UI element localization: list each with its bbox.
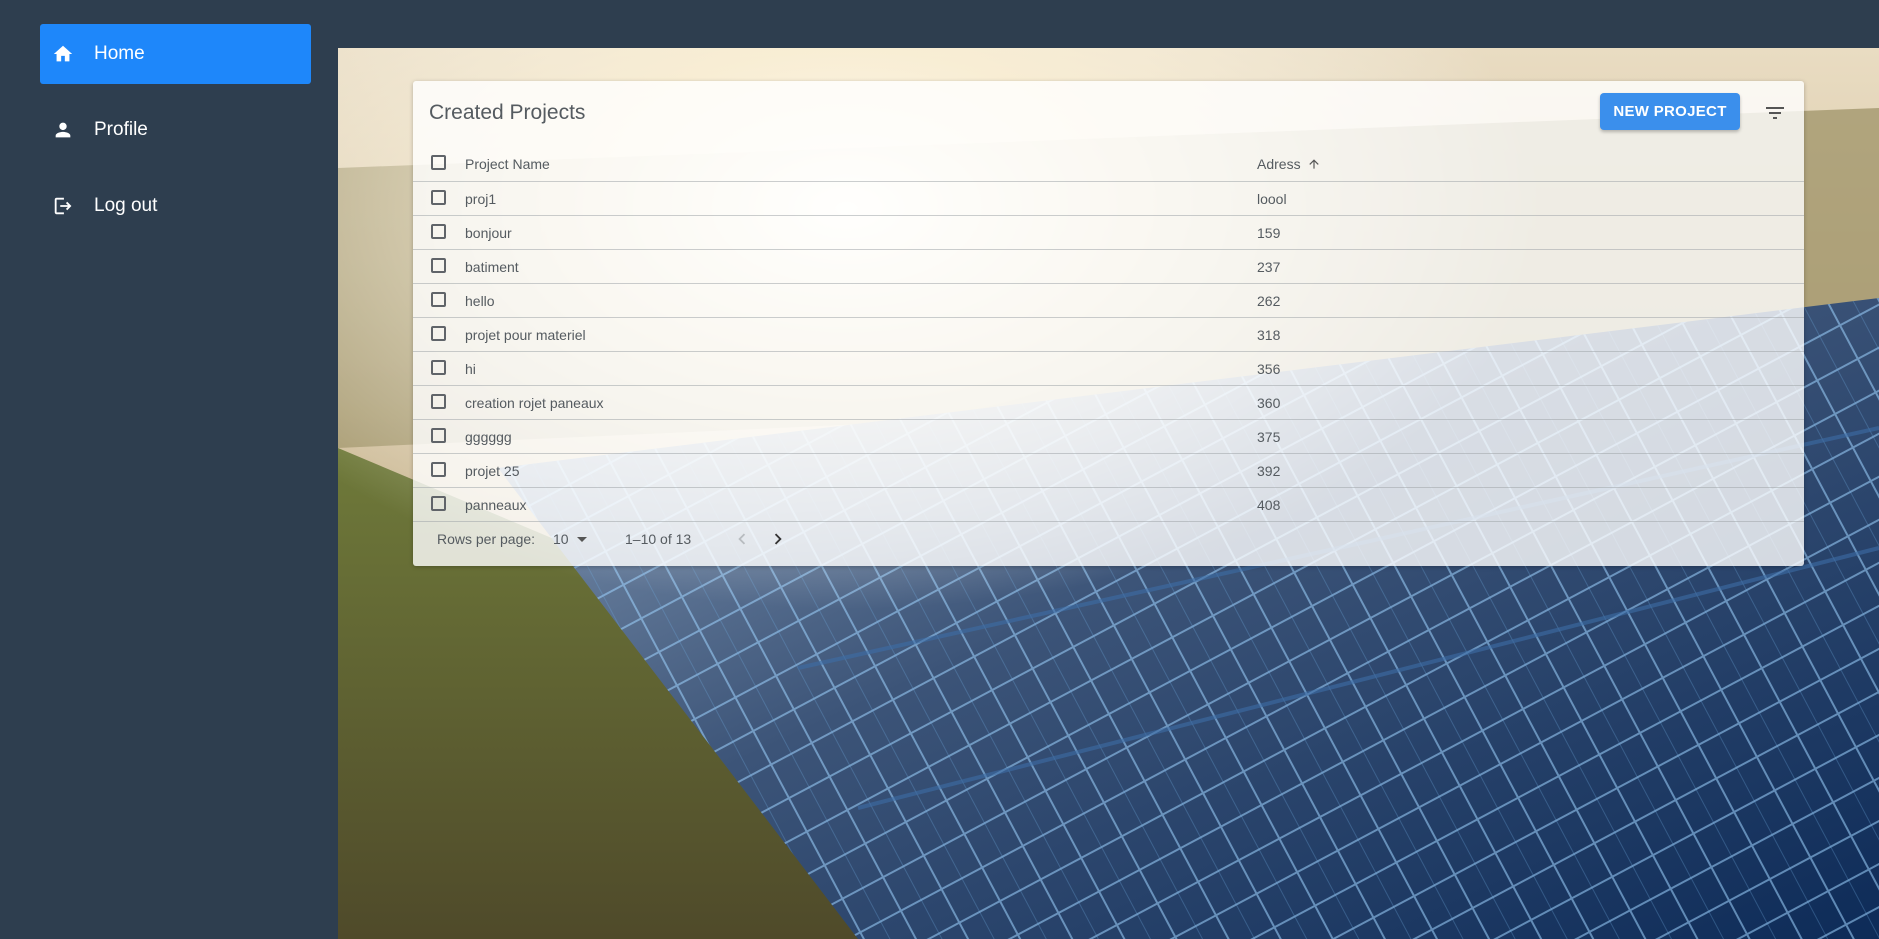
project-name-cell: projet 25: [465, 462, 520, 479]
table-row[interactable]: proj1 loool: [413, 182, 1804, 216]
address-cell: 237: [1257, 258, 1281, 275]
address-cell: 356: [1257, 360, 1281, 377]
row-checkbox[interactable]: [431, 224, 446, 239]
pagination: Rows per page: 10 1–10 of 13: [413, 522, 1804, 558]
column-header-label: Adress: [1257, 156, 1301, 172]
address-cell: 159: [1257, 224, 1281, 241]
table-row[interactable]: creation rojet paneaux 360: [413, 386, 1804, 420]
card-title: Created Projects: [429, 101, 586, 124]
address-cell: 408: [1257, 496, 1281, 513]
previous-page-icon[interactable]: [731, 528, 753, 550]
sidebar-item-label: Log out: [94, 195, 158, 216]
table-row[interactable]: batiment 237: [413, 250, 1804, 284]
table-row[interactable]: projet 25 392: [413, 454, 1804, 488]
row-checkbox[interactable]: [431, 394, 446, 409]
home-icon: [52, 43, 74, 65]
table-row[interactable]: hi 356: [413, 352, 1804, 386]
project-name-cell: hello: [465, 292, 495, 309]
sidebar: Home Profile Log out: [0, 0, 338, 939]
sidebar-item-profile[interactable]: Profile: [40, 100, 311, 160]
address-cell: 318: [1257, 326, 1281, 343]
row-checkbox[interactable]: [431, 360, 446, 375]
project-name-cell: gggggg: [465, 428, 512, 445]
project-name-cell: panneaux: [465, 496, 527, 513]
caret-down-icon: [576, 536, 587, 542]
project-name-cell: proj1: [465, 190, 497, 207]
table-row[interactable]: gggggg 375: [413, 420, 1804, 454]
project-name-cell: bonjour: [465, 224, 512, 241]
page-range-text: 1–10 of 13: [625, 531, 692, 547]
column-header-address[interactable]: Adress: [1257, 156, 1321, 172]
new-project-button[interactable]: NEW PROJECT: [1600, 93, 1740, 130]
rows-per-page-label: Rows per page:: [437, 531, 536, 547]
filter-icon[interactable]: [1763, 101, 1787, 125]
sidebar-item-label: Home: [94, 43, 145, 64]
row-checkbox[interactable]: [431, 428, 446, 443]
project-name-cell: batiment: [465, 258, 519, 275]
project-name-cell: projet pour materiel: [465, 326, 586, 343]
select-all-checkbox[interactable]: [431, 155, 446, 170]
rows-per-page-value: 10: [553, 531, 569, 547]
row-checkbox[interactable]: [431, 496, 446, 511]
next-page-icon[interactable]: [767, 528, 789, 550]
projects-table: Project Name Adress proj1 loool bonjour 159…: [413, 147, 1804, 522]
project-name-cell: creation rojet paneaux: [465, 394, 604, 411]
table-row[interactable]: projet pour materiel 318: [413, 318, 1804, 352]
address-cell: 392: [1257, 462, 1281, 479]
row-checkbox[interactable]: [431, 258, 446, 273]
row-checkbox[interactable]: [431, 190, 446, 205]
project-name-cell: hi: [465, 360, 476, 377]
table-row[interactable]: hello 262: [413, 284, 1804, 318]
sort-arrow-up-icon[interactable]: [1307, 157, 1321, 171]
row-checkbox[interactable]: [431, 326, 446, 341]
table-header-row: Project Name Adress: [413, 147, 1804, 182]
column-header-project-name[interactable]: Project Name: [465, 156, 550, 172]
table-row[interactable]: panneaux 408: [413, 488, 1804, 522]
address-cell: loool: [1257, 190, 1287, 207]
sidebar-item-label: Profile: [94, 119, 148, 140]
rows-per-page-select[interactable]: 10: [553, 531, 587, 547]
person-icon: [52, 119, 74, 141]
main-content: Created Projects NEW PROJECT Project Nam…: [338, 48, 1879, 939]
address-cell: 375: [1257, 428, 1281, 445]
projects-card: Created Projects NEW PROJECT Project Nam…: [413, 81, 1804, 566]
sidebar-item-logout[interactable]: Log out: [40, 176, 311, 236]
address-cell: 262: [1257, 292, 1281, 309]
sidebar-item-home[interactable]: Home: [40, 24, 311, 84]
row-checkbox[interactable]: [431, 462, 446, 477]
address-cell: 360: [1257, 394, 1281, 411]
logout-icon: [52, 195, 74, 217]
row-checkbox[interactable]: [431, 292, 446, 307]
table-row[interactable]: bonjour 159: [413, 216, 1804, 250]
